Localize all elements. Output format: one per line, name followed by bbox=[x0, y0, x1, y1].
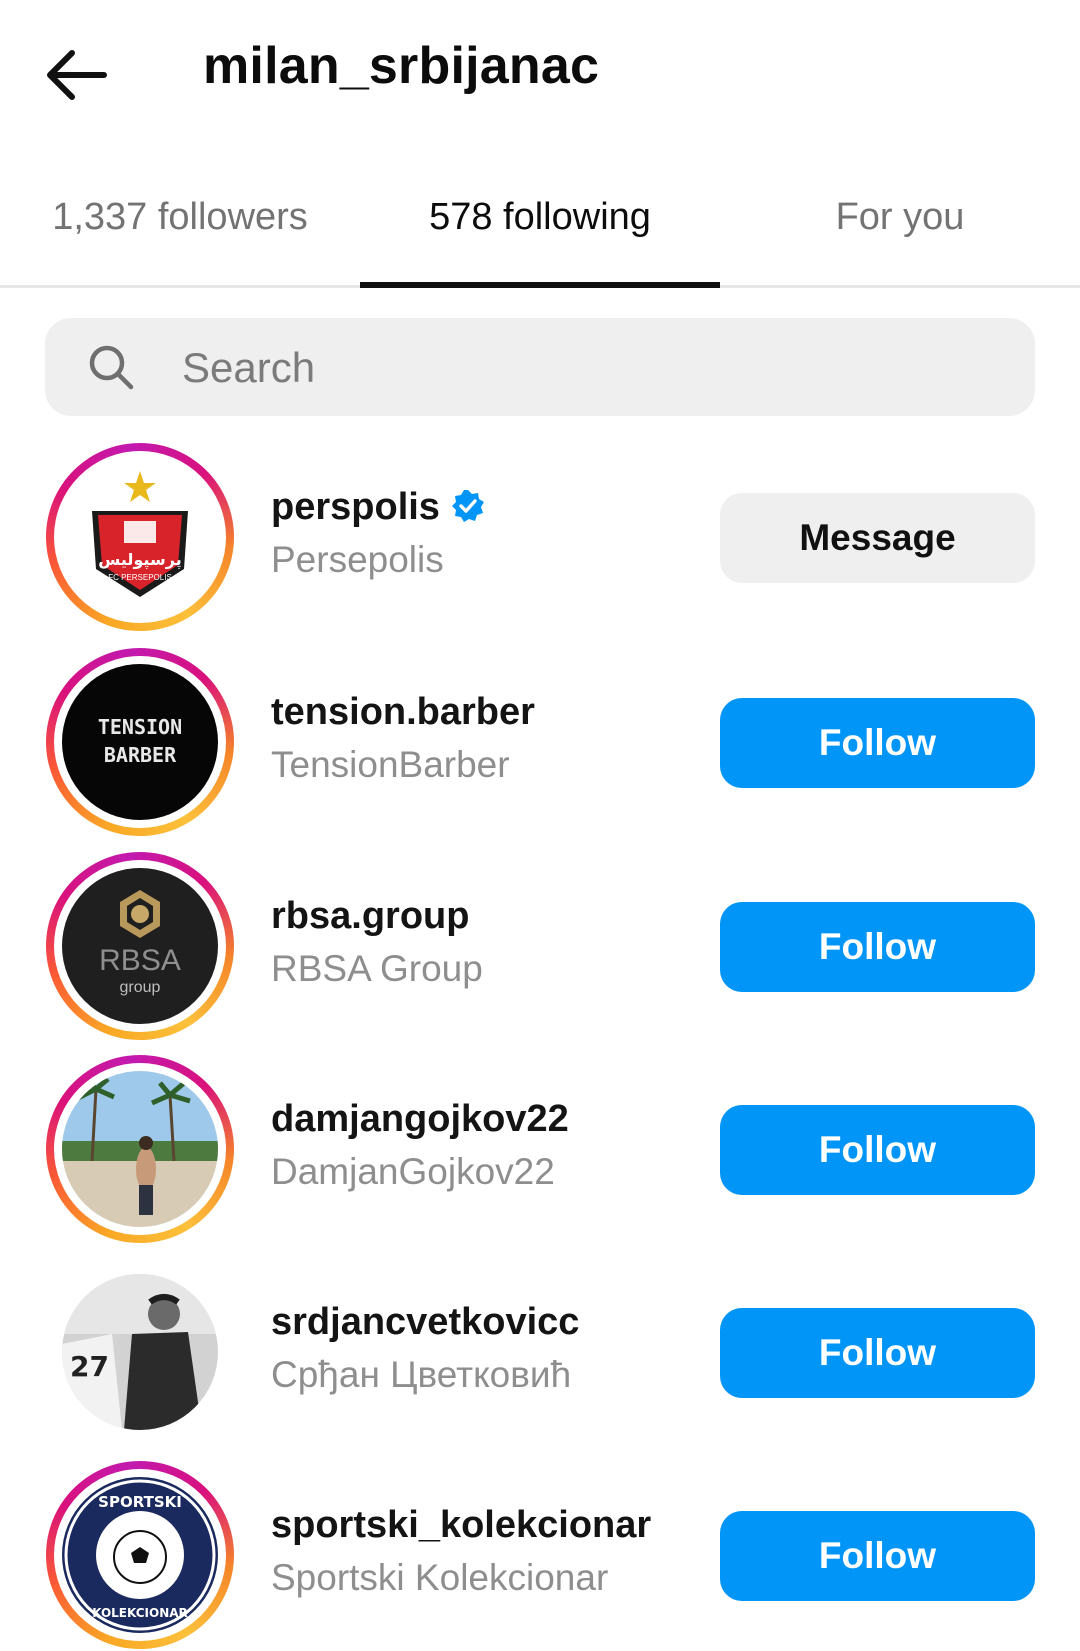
list-item[interactable]: SPORTSKI KOLEKCIONAR sportski_kolekciona… bbox=[0, 1461, 1080, 1651]
persepolis-logo: پرسپولیس FC PERSEPOLIS bbox=[62, 459, 218, 615]
avatar[interactable]: RBSA group bbox=[46, 852, 234, 1040]
username[interactable]: perspolis bbox=[271, 483, 691, 531]
username-text: perspolis bbox=[271, 486, 440, 528]
persepolis-logo-subtext: FC PERSEPOLIS bbox=[108, 573, 172, 582]
list-item[interactable]: damjangojkov22 DamjanGojkov22 Follow bbox=[0, 1055, 1080, 1245]
follow-button[interactable]: Follow bbox=[720, 1511, 1035, 1601]
tab-followers[interactable]: 1,337 followers bbox=[0, 192, 360, 282]
sportski-logo-text: SPORTSKI bbox=[98, 1493, 182, 1511]
list-item[interactable]: TENSION BARBER tension.barber TensionBar… bbox=[0, 648, 1080, 838]
username[interactable]: srdjancvetkovicc bbox=[271, 1298, 691, 1346]
tab-following[interactable]: 578 following bbox=[360, 192, 720, 282]
avatar[interactable] bbox=[46, 1055, 234, 1243]
active-tab-indicator bbox=[360, 282, 720, 288]
follow-button[interactable]: Follow bbox=[720, 902, 1035, 992]
football-photo: 27 bbox=[62, 1274, 218, 1430]
tension-logo-text: TENSION bbox=[98, 715, 182, 739]
list-item[interactable]: RBSA group rbsa.group RBSA Group Follow bbox=[0, 852, 1080, 1042]
avatar[interactable]: پرسپولیس FC PERSEPOLIS bbox=[46, 443, 234, 631]
list-item[interactable]: 27 srdjancvetkovicc Срђан Цветковић Foll… bbox=[0, 1258, 1080, 1448]
full-name: Sportski Kolekcionar bbox=[271, 1557, 609, 1598]
top-bar: milan_srbijanac bbox=[0, 0, 1080, 150]
back-button[interactable] bbox=[40, 40, 116, 110]
message-button[interactable]: Message bbox=[720, 493, 1035, 583]
full-name: TensionBarber bbox=[271, 744, 510, 785]
full-name: RBSA Group bbox=[271, 948, 483, 989]
rbsa-logo-text: RBSA bbox=[99, 944, 181, 977]
svg-text:27: 27 bbox=[70, 1350, 109, 1383]
full-name: Persepolis bbox=[271, 539, 444, 580]
avatar[interactable]: SPORTSKI KOLEKCIONAR bbox=[46, 1461, 234, 1649]
avatar[interactable]: TENSION BARBER bbox=[46, 648, 234, 836]
verified-badge-icon bbox=[451, 489, 484, 522]
follow-button[interactable]: Follow bbox=[720, 1308, 1035, 1398]
tab-for-you[interactable]: For you bbox=[720, 192, 1080, 282]
tab-for-you-label: For you bbox=[835, 196, 965, 238]
search-bar[interactable] bbox=[45, 318, 1035, 418]
full-name: DamjanGojkov22 bbox=[271, 1151, 555, 1192]
username[interactable]: rbsa.group bbox=[271, 892, 691, 940]
tab-followers-label: 1,337 followers bbox=[52, 196, 308, 238]
tension-barber-logo: TENSION BARBER bbox=[62, 664, 218, 820]
tab-following-label: 578 following bbox=[429, 196, 651, 238]
tab-bar: 1,337 followers 578 following For you bbox=[0, 170, 1080, 288]
username[interactable]: damjangojkov22 bbox=[271, 1095, 691, 1143]
sportski-kolekcionar-logo: SPORTSKI KOLEKCIONAR bbox=[62, 1477, 218, 1633]
username[interactable]: tension.barber bbox=[271, 688, 691, 736]
full-name: Срђан Цветковић bbox=[271, 1354, 572, 1395]
follow-button[interactable]: Follow bbox=[720, 1105, 1035, 1195]
search-icon bbox=[89, 345, 134, 390]
search-input[interactable] bbox=[180, 318, 984, 418]
rbsa-logo-subtext: group bbox=[120, 979, 161, 996]
persepolis-logo-text: پرسپولیس bbox=[98, 550, 181, 570]
username[interactable]: sportski_kolekcionar bbox=[271, 1501, 691, 1549]
follow-button[interactable]: Follow bbox=[720, 698, 1035, 788]
arrow-left-icon bbox=[47, 50, 107, 100]
list-item[interactable]: پرسپولیس FC PERSEPOLIS perspolis Persepo… bbox=[0, 443, 1080, 633]
sportski-logo-subtext: KOLEKCIONAR bbox=[92, 1606, 188, 1620]
rbsa-logo: RBSA group bbox=[62, 868, 218, 1024]
tension-logo-subtext: BARBER bbox=[104, 743, 177, 767]
beach-photo bbox=[62, 1071, 218, 1227]
page-title: milan_srbijanac bbox=[203, 37, 600, 95]
avatar[interactable]: 27 bbox=[46, 1258, 234, 1446]
